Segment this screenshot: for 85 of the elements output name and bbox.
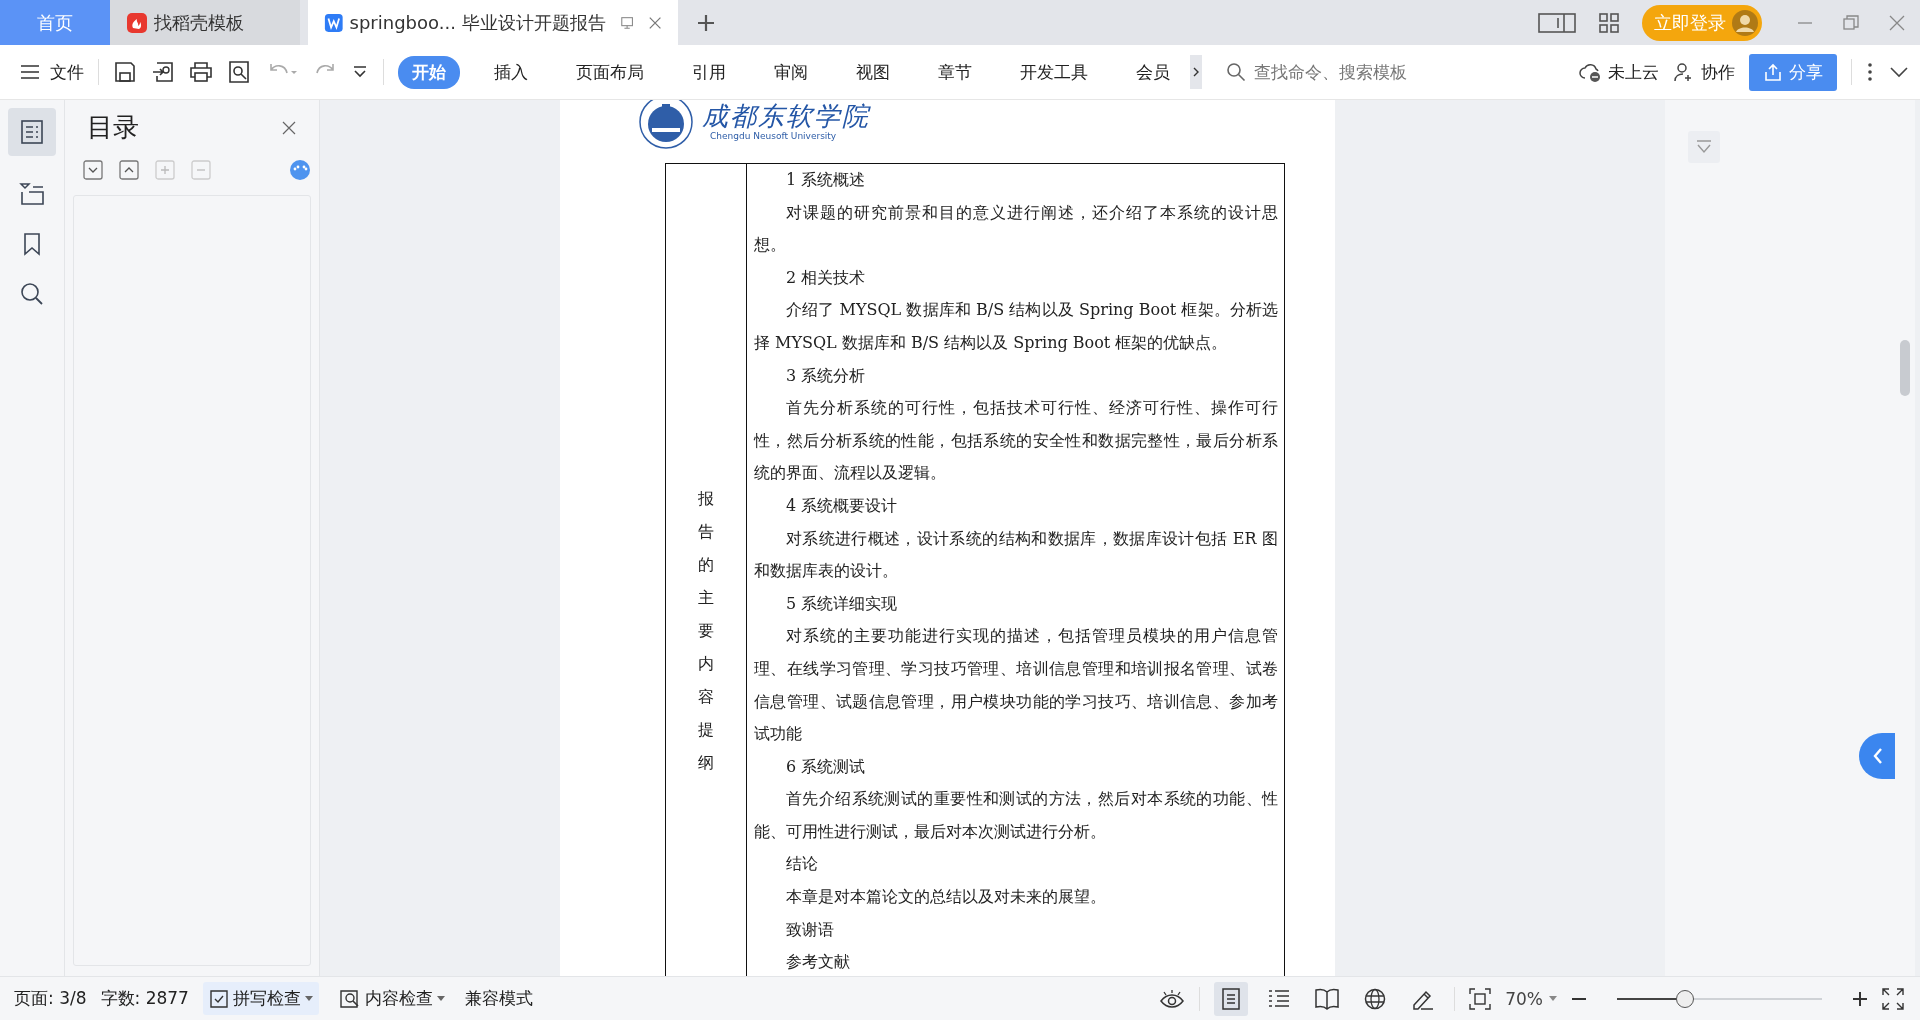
paragraph: 对系统的主要功能进行实现的描述，包括管理员模块的用户信息管理、在线学习管理、学习技巧管理、培训信息管理和培训报名管理、试卷信息管理、试题信息管理，用户模块功能的学习技巧、培训信息、参加考试功能 [754, 625, 1278, 746]
apps-grid-icon[interactable] [1598, 11, 1620, 34]
zoom-slider-thumb[interactable] [1675, 989, 1694, 1008]
template-tab[interactable]: 找稻壳模板 [110, 0, 300, 45]
caret-icon [304, 995, 313, 1002]
ribbon-tab[interactable]: 审阅 [760, 55, 822, 89]
new-tab-icon[interactable] [696, 12, 716, 33]
check-icon [208, 988, 229, 1009]
zoom-in-icon[interactable] [1852, 990, 1868, 1007]
save-icon[interactable] [113, 60, 137, 84]
more-options-icon[interactable] [289, 159, 311, 181]
list-icon [1268, 988, 1291, 1009]
caret-icon [1549, 995, 1557, 1002]
paragraph: 4 系统概要设计 [785, 494, 899, 517]
university-name: 成都东软学院 [702, 102, 870, 131]
fullscreen-icon[interactable] [1882, 987, 1904, 1010]
search-icon [1226, 62, 1246, 82]
page-indicator: 页面: 3/8 [14, 987, 87, 1010]
collaborate-button[interactable]: 协作 [1673, 60, 1735, 84]
content-check-button[interactable]: 内容检查 [332, 982, 451, 1015]
close-icon[interactable] [1888, 13, 1906, 32]
file-menu[interactable]: 文件 [20, 60, 84, 84]
paragraph: 首先分析系统的可行性，包括技术可行性、经济可行性、操作可行性，然后分析系统的性能，包括系统的安全性和数据完整性，最后分析系统的界面、流程以及逻辑。 [754, 397, 1278, 485]
close-icon[interactable] [647, 14, 662, 31]
paragraph: 首先介绍系统测试的重要性和测试的方法，然后对本系统的功能、性能、可用性进行测试，最后对本次测试进行分析。 [754, 788, 1278, 843]
outline-title: 目录 [87, 111, 139, 144]
ribbon-tab[interactable]: 引用 [678, 55, 740, 89]
bookmark-icon[interactable] [23, 232, 41, 256]
compatibility-mode: 兼容模式 [464, 987, 533, 1010]
globe-icon [1364, 987, 1387, 1010]
book-icon [1315, 987, 1340, 1010]
word-count: 字数: 2877 [100, 987, 189, 1010]
export-icon[interactable] [151, 60, 175, 84]
ribbon-tab[interactable]: 视图 [842, 55, 904, 89]
avatar-icon [1732, 9, 1758, 36]
zoom-dropdown[interactable]: 70% [1505, 988, 1557, 1009]
outline-icon [21, 120, 43, 144]
document-tab[interactable]: springboo... 毕业设计开题报告 [308, 0, 678, 45]
paragraph: 参考文献 [785, 951, 851, 974]
navigation-icon[interactable] [19, 182, 45, 206]
paragraph: 介绍了 MYSQL 数据库和 B/S 结构以及 Spring Boot 框架。分析选择 MYSQL 数据库和 B/S 结构以及 Spring Boot 框架的优缺点。 [754, 299, 1278, 354]
row-label: 报告的主要内容提纲 [698, 488, 714, 774]
monitor-icon[interactable] [619, 14, 634, 31]
print-icon[interactable] [189, 60, 213, 84]
print-preview-icon[interactable] [227, 60, 251, 84]
chevron-left-icon[interactable] [1859, 733, 1895, 779]
paragraph: 致谢语 [785, 918, 835, 941]
more-icon[interactable] [1866, 61, 1874, 83]
paragraph: 5 系统详细实现 [785, 592, 899, 615]
share-icon [1763, 62, 1783, 82]
paragraph: 6 系统测试 [785, 755, 867, 778]
chevron-right-icon[interactable] [1190, 55, 1202, 89]
expand-icon[interactable] [83, 160, 103, 180]
cloud-icon [1578, 61, 1602, 83]
ribbon-tab[interactable]: 页面布局 [562, 55, 658, 89]
paragraph: 结论 [785, 853, 819, 876]
spell-check-button[interactable]: 拼写检查 [202, 982, 319, 1015]
search-document-icon [338, 988, 361, 1009]
eye-icon[interactable] [1159, 987, 1186, 1010]
cloud-status-button[interactable]: 未上云 [1578, 60, 1659, 84]
document-app-icon [324, 11, 344, 34]
caret-icon [436, 995, 445, 1002]
page-icon [1221, 987, 1242, 1010]
paragraph: 本章是对本篇论文的总结以及对未来的展望。 [785, 886, 1107, 909]
ribbon-tab[interactable]: 开发工具 [1006, 55, 1102, 89]
outline-view-button[interactable] [8, 108, 56, 156]
paragraph: 对系统进行概述，设计系统的结构和数据库，数据库设计包括 ER 图和数据库表的设计。 [754, 527, 1278, 583]
search-field[interactable]: 查找命令、搜索模板 [1226, 61, 1456, 83]
flame-icon [126, 11, 148, 34]
paragraph: 2 相关技术 [785, 266, 867, 289]
university-english-name: Chengdu Neusoft University [710, 130, 838, 141]
ribbon-tab[interactable]: 插入 [480, 55, 542, 89]
close-icon[interactable] [281, 119, 297, 136]
scrollbar-thumb[interactable] [1900, 340, 1910, 396]
paragraph: 对课题的研究前景和目的意义进行阐述，还介绍了本系统的设计思想。 [754, 201, 1278, 257]
view-mode-button[interactable] [1214, 981, 1249, 1016]
menu-icon [20, 64, 40, 80]
fit-page-icon[interactable] [1469, 987, 1492, 1010]
collapse-icon[interactable] [119, 160, 139, 180]
search-icon[interactable] [20, 282, 44, 306]
paragraph: 3 系统分析 [785, 364, 867, 387]
ribbon-tab[interactable]: 会员 [1122, 55, 1184, 89]
layout-icon[interactable] [1538, 11, 1576, 34]
paragraph: 1 系统概述 [785, 169, 867, 191]
ribbon-tab[interactable]: 章节 [924, 55, 986, 89]
